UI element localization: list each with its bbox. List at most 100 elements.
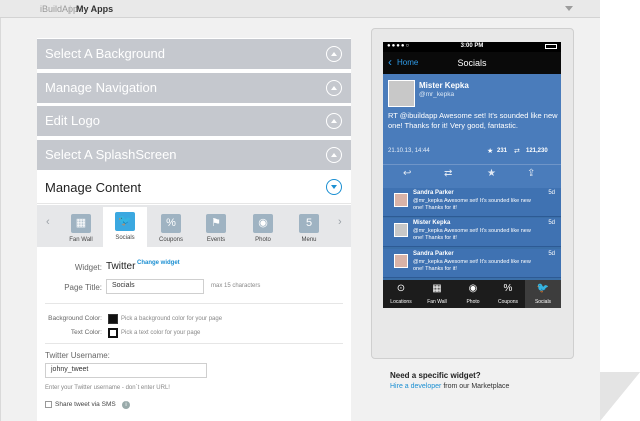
username-label: Twitter Username: xyxy=(45,351,110,360)
text-color-swatch[interactable] xyxy=(108,328,118,338)
tab-coupons[interactable]: % Coupons xyxy=(149,209,193,247)
coupons-icon: % xyxy=(161,214,181,233)
chevron-up-icon[interactable] xyxy=(326,46,342,62)
accordion-manage-content[interactable]: Manage Content xyxy=(37,172,351,204)
accordion-label: Select A SplashScreen xyxy=(45,147,177,162)
coupons-icon: % xyxy=(503,283,513,294)
tweet-row[interactable]: Sandra Parker 5d @mr_kepka Awesome set! … xyxy=(383,188,561,217)
tweet-handle: @mr_kepka xyxy=(419,91,455,98)
phone-tab-locations[interactable]: ⊙ Locations xyxy=(383,280,419,308)
phone-tab-photo[interactable]: ◉ Photo xyxy=(455,280,491,308)
share-icon[interactable]: ⇪ xyxy=(527,168,535,179)
tweet-age: 5d xyxy=(548,190,555,196)
main-tweet: Mister Kepka @mr_kepka RT @ibuildapp Awe… xyxy=(383,74,561,204)
tweet-author: Mister Kepka xyxy=(413,220,451,226)
favorite-action-icon[interactable]: ★ xyxy=(487,168,496,179)
share-sms-label: Share tweet via SMS xyxy=(55,401,116,408)
tweet-text: @mr_kepka Awesome set! It's sounded like… xyxy=(413,259,531,272)
accordion-label: Edit Logo xyxy=(45,113,100,128)
fan-wall-icon: ▦ xyxy=(432,283,442,294)
breadcrumb-current[interactable]: My Apps xyxy=(76,4,113,14)
tab-events[interactable]: ⚑ Events xyxy=(194,209,238,247)
tweet-row[interactable]: Mister Kepka 5d @mr_kepka Awesome set! I… xyxy=(383,218,561,247)
battery-icon xyxy=(545,44,557,49)
tab-label: Menu xyxy=(301,237,317,243)
tab-menu[interactable]: 5 Menu xyxy=(287,209,331,247)
accordion-manage-navigation[interactable]: Manage Navigation xyxy=(37,73,351,103)
tab-label: Locations xyxy=(390,299,412,305)
bg-color-hint: Pick a background color for your page xyxy=(121,316,223,322)
accordion-edit-logo[interactable]: Edit Logo xyxy=(37,106,351,136)
widget-label: Widget: xyxy=(74,263,102,272)
accordion-label: Manage Navigation xyxy=(45,80,158,95)
tweet-author: Sandra Parker xyxy=(413,251,454,257)
status-time: 3:00 PM xyxy=(460,43,484,49)
info-icon[interactable]: i xyxy=(122,401,130,409)
promo-rest: from our Marketplace xyxy=(441,383,510,390)
tweet-text: @mr_kepka Awesome set! It's sounded like… xyxy=(413,198,531,211)
location-icon: ⊙ xyxy=(396,283,406,294)
accordion-select-background[interactable]: Select A Background xyxy=(37,39,351,69)
page-title-hint: max 15 characters xyxy=(211,283,261,289)
nav-title: Socials xyxy=(457,58,487,68)
tweet-age: 5d xyxy=(548,251,555,257)
top-bar: iBuildApp | My Apps xyxy=(0,0,600,18)
tab-label: Fan Wall xyxy=(427,299,447,305)
tabs-next-icon[interactable]: › xyxy=(338,216,342,228)
divider xyxy=(383,164,561,165)
tweet-date: 21.10.13, 14:44 xyxy=(388,148,430,154)
text-color-label: Text Color: xyxy=(70,329,102,336)
status-bar: ●●●●○ 3:00 PM xyxy=(383,42,561,52)
divider xyxy=(45,343,343,344)
accordion-label: Select A Background xyxy=(45,46,165,61)
page: iBuildApp | My Apps Select A Background … xyxy=(0,0,640,421)
twitter-icon: 🐦 xyxy=(115,212,135,231)
widget-value: Twitter xyxy=(106,261,136,272)
breadcrumb-separator: | xyxy=(69,4,72,14)
tab-label: Fan Wall xyxy=(69,237,93,243)
tab-photo[interactable]: ◉ Photo xyxy=(241,209,285,247)
tab-label: Events xyxy=(206,237,226,243)
tweet-age: 5d xyxy=(548,220,555,226)
chevron-up-icon[interactable] xyxy=(326,80,342,96)
hire-developer-link[interactable]: Hire a developer xyxy=(390,383,441,390)
fan-wall-icon: ▦ xyxy=(71,214,91,233)
tab-label: Socials xyxy=(115,235,135,241)
promo-text: Hire a developer from our Marketplace xyxy=(390,383,509,390)
bg-color-label: Background Color: xyxy=(48,315,102,322)
reply-icon[interactable]: ↩ xyxy=(403,168,411,179)
chevron-up-icon[interactable] xyxy=(326,147,342,163)
retweet-icon: ⇄ xyxy=(514,148,520,155)
nav-bar: ‹ Home Socials xyxy=(383,52,561,74)
share-sms-checkbox[interactable] xyxy=(45,401,52,408)
star-icon: ★ xyxy=(487,148,494,155)
bg-color-swatch[interactable] xyxy=(108,314,118,324)
tweet-text: @mr_kepka Awesome set! It's sounded like… xyxy=(413,228,531,241)
retweet-count: 121,230 xyxy=(526,148,548,154)
phone-tab-fan-wall[interactable]: ▦ Fan Wall xyxy=(419,280,455,308)
phone-tab-coupons[interactable]: % Coupons xyxy=(490,280,526,308)
phone-tab-socials[interactable]: 🐦 Socials xyxy=(525,280,561,308)
page-title-label: Page Title: xyxy=(64,283,102,292)
accordion-label: Manage Content xyxy=(45,180,142,195)
chevron-down-icon[interactable] xyxy=(326,179,342,195)
brand-link[interactable]: iBuildApp xyxy=(40,4,78,14)
tweet-author: Sandra Parker xyxy=(413,190,454,196)
camera-icon: ◉ xyxy=(253,214,273,233)
tab-socials[interactable]: 🐦 Socials xyxy=(103,207,147,247)
tabs-prev-icon[interactable]: ‹ xyxy=(46,216,50,228)
tab-label: Coupons xyxy=(158,237,184,243)
menu-icon: 5 xyxy=(299,214,319,233)
twitter-username-input[interactable]: johny_tweet xyxy=(45,363,207,378)
accordion-select-splashscreen[interactable]: Select A SplashScreen xyxy=(37,140,351,170)
page-title-input[interactable]: Socials xyxy=(106,279,204,294)
change-widget-link[interactable]: Change widget xyxy=(137,260,180,266)
tab-fan-wall[interactable]: ▦ Fan Wall xyxy=(59,209,103,247)
dropdown-arrow-icon[interactable] xyxy=(565,6,573,11)
tweet-row[interactable]: Sandra Parker 5d @mr_kepka Awesome set! … xyxy=(383,249,561,278)
retweet-action-icon[interactable]: ⇄ xyxy=(444,168,452,179)
widget-tab-strip: ▦ Fan Wall 🐦 Socials % Coupons ⚑ Events … xyxy=(37,205,351,247)
page-curl xyxy=(600,372,640,421)
chevron-up-icon[interactable] xyxy=(326,113,342,129)
tab-label: Coupons xyxy=(497,299,518,305)
